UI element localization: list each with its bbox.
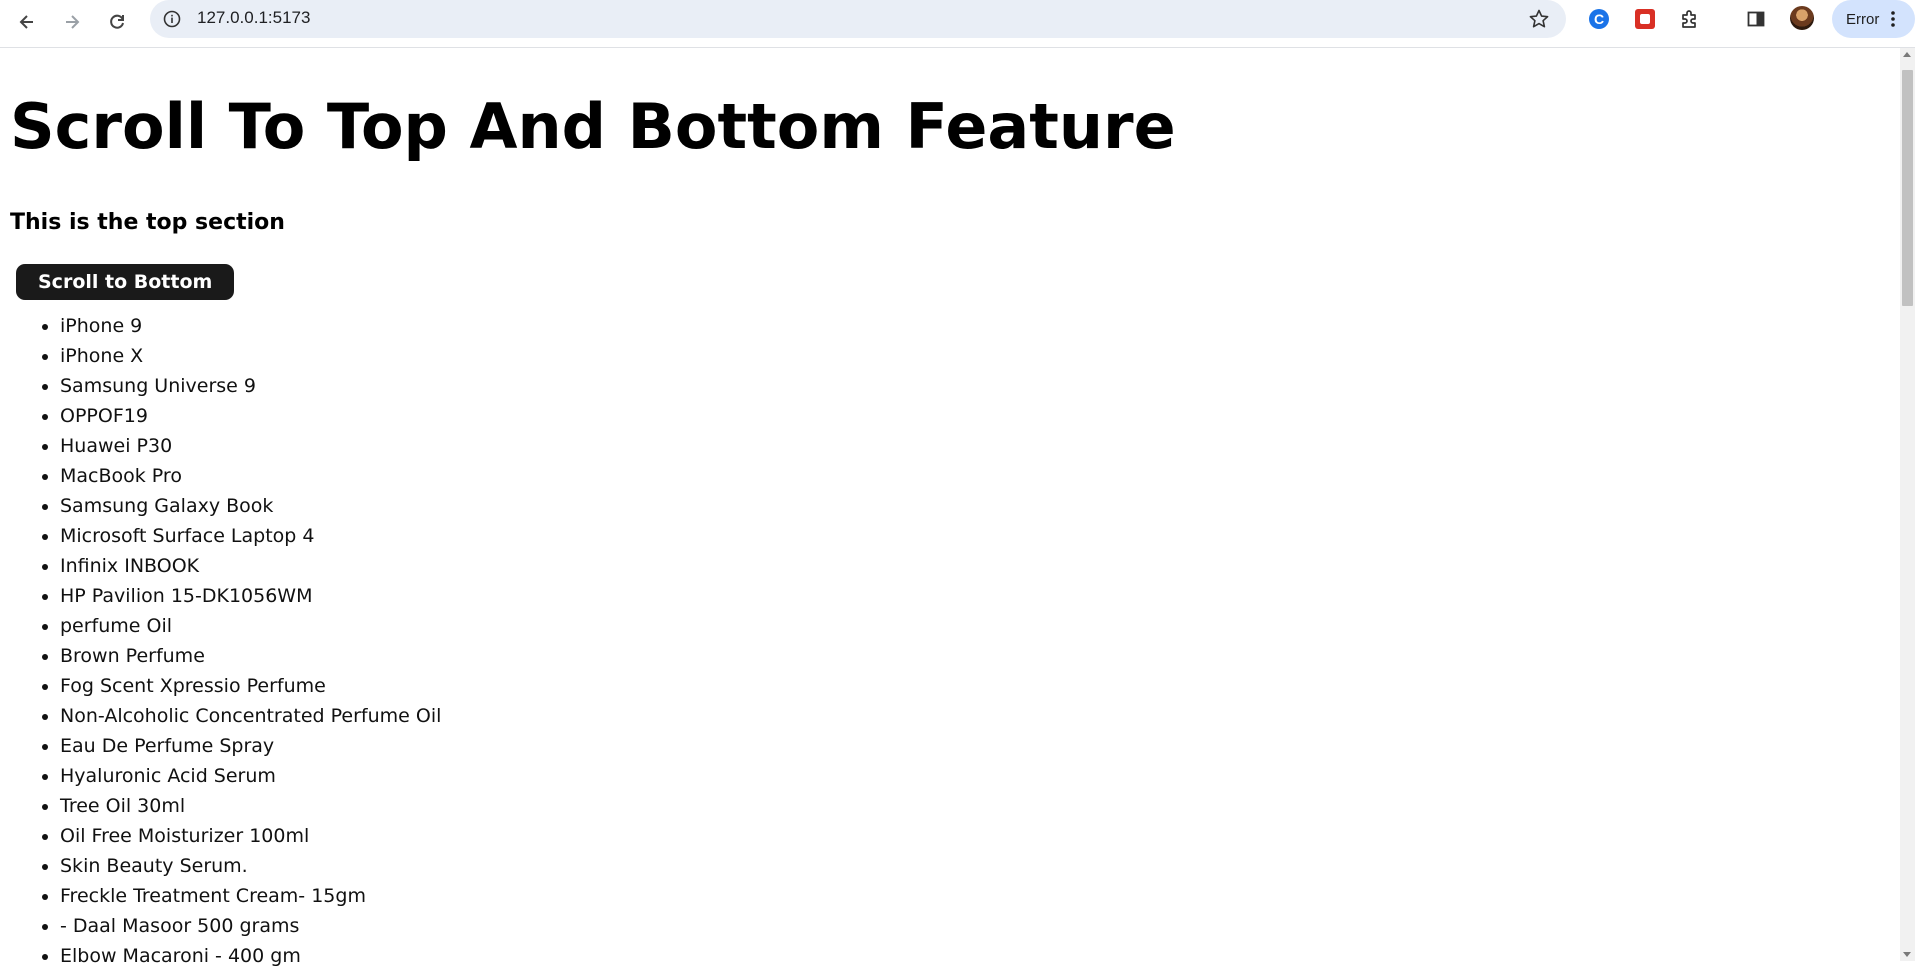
profile-error-button[interactable]: Error xyxy=(1832,0,1915,38)
forward-button[interactable] xyxy=(54,4,90,40)
product-list-item: HP Pavilion 15-DK1056WM xyxy=(60,581,441,611)
menu-kebab-icon[interactable] xyxy=(1885,9,1901,29)
product-list-item: - Daal Masoor 500 grams xyxy=(60,911,441,941)
extension-red-icon xyxy=(1635,9,1655,29)
scroll-down-arrow-icon[interactable] xyxy=(1903,952,1911,957)
browser-toolbar: 127.0.0.1:5173 C Error xyxy=(0,0,1915,48)
site-info-icon[interactable] xyxy=(162,9,182,29)
scroll-to-bottom-button[interactable]: Scroll to Bottom xyxy=(16,264,235,300)
product-list-item: Samsung Galaxy Book xyxy=(60,491,441,521)
product-list-item: Huawei P30 xyxy=(60,431,441,461)
top-section-heading: This is the top section xyxy=(10,210,285,235)
product-list-item: Non-Alcoholic Concentrated Perfume Oil xyxy=(60,701,441,731)
back-button[interactable] xyxy=(9,4,45,40)
product-list-item: OPPOF19 xyxy=(60,401,441,431)
profile-error-label: Error xyxy=(1846,10,1880,28)
profile-avatar[interactable] xyxy=(1790,6,1814,30)
product-list-item: Microsoft Surface Laptop 4 xyxy=(60,521,441,551)
product-list-item: perfume Oil xyxy=(60,611,441,641)
side-panel-button[interactable] xyxy=(1743,6,1769,32)
forward-icon xyxy=(66,15,80,29)
product-list-item: Elbow Macaroni - 400 gm xyxy=(60,941,441,971)
reload-button[interactable] xyxy=(99,4,135,40)
address-bar[interactable]: 127.0.0.1:5173 xyxy=(150,0,1566,38)
side-panel-icon xyxy=(1747,11,1765,27)
product-list-item: Tree Oil 30ml xyxy=(60,791,441,821)
product-list-item: Oil Free Moisturizer 100ml xyxy=(60,821,441,851)
back-icon xyxy=(19,15,33,29)
extensions-puzzle-icon xyxy=(1682,10,1696,28)
product-list-item: Skin Beauty Serum. xyxy=(60,851,441,881)
extension-c-icon: C xyxy=(1589,9,1609,29)
extension-c-button[interactable]: C xyxy=(1586,6,1612,32)
product-list-item: Brown Perfume xyxy=(60,641,441,671)
product-list-item: Infinix INBOOK xyxy=(60,551,441,581)
extensions-button[interactable] xyxy=(1677,6,1703,32)
product-list-item: iPhone X xyxy=(60,341,441,371)
product-list-item: MacBook Pro xyxy=(60,461,441,491)
reload-icon xyxy=(110,14,124,29)
product-list-item: Fog Scent Xpressio Perfume xyxy=(60,671,441,701)
page-title: Scroll To Top And Bottom Feature xyxy=(10,90,1176,163)
extension-red-button[interactable] xyxy=(1632,6,1658,32)
product-list-item: Freckle Treatment Cream- 15gm xyxy=(60,881,441,911)
bookmark-star-icon[interactable] xyxy=(1528,8,1550,30)
scroll-up-arrow-icon[interactable] xyxy=(1903,52,1911,57)
product-list-item: Hyaluronic Acid Serum xyxy=(60,761,441,791)
product-list-item: Eau De Perfume Spray xyxy=(60,731,441,761)
product-list-item: Samsung Universe 9 xyxy=(60,371,441,401)
product-list-item: iPhone 9 xyxy=(60,311,441,341)
scrollbar-thumb[interactable] xyxy=(1902,70,1913,306)
url-text[interactable]: 127.0.0.1:5173 xyxy=(197,8,310,28)
page-scrollbar[interactable] xyxy=(1900,48,1915,961)
product-list: iPhone 9iPhone XSamsung Universe 9OPPOF1… xyxy=(10,311,441,971)
